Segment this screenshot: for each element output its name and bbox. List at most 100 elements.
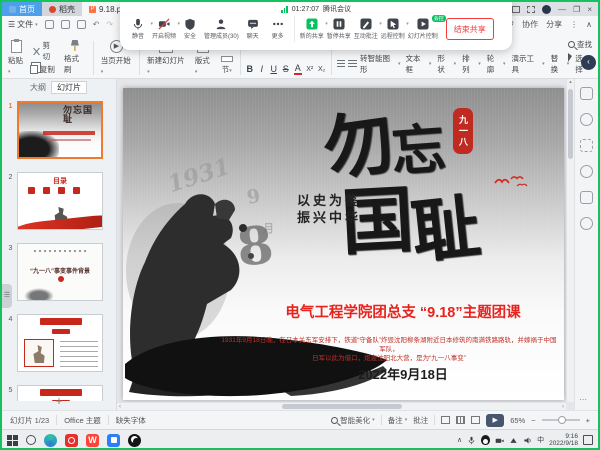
arrange-button[interactable]: 排列▾ <box>462 53 481 75</box>
dark-app-icon[interactable] <box>128 434 141 447</box>
replace-button[interactable]: 替换▾ <box>551 53 570 75</box>
outline-button[interactable]: 轮廓▾ <box>487 53 506 75</box>
missing-font-warning[interactable]: 缺失字体 <box>116 415 146 426</box>
start-button[interactable] <box>7 435 18 446</box>
ribbon-collapse-chevron[interactable]: ∧ <box>586 20 592 29</box>
manage-members-button[interactable]: 管理成员(30) <box>204 18 239 40</box>
camera-tray-icon[interactable] <box>495 436 504 445</box>
subscript-button[interactable]: X₂ <box>318 66 326 73</box>
slideshow-play-button[interactable]: ▶ <box>486 414 504 427</box>
hscroll-thumb[interactable] <box>282 404 402 409</box>
vertical-scrollbar[interactable]: ▴ <box>566 79 574 402</box>
tab-slides[interactable]: 幻灯片 <box>51 81 87 94</box>
save-icon[interactable] <box>45 20 54 29</box>
meeting-app-icon[interactable] <box>107 434 120 447</box>
volume-tray-icon[interactable] <box>523 436 532 445</box>
superscript-button[interactable]: X² <box>306 66 314 73</box>
end-share-button[interactable]: 结束共享 <box>446 18 494 40</box>
paste-button[interactable]: 粘贴▾ <box>6 40 27 75</box>
more-button[interactable]: 更多 <box>267 18 289 40</box>
animation-panel-icon[interactable] <box>580 113 593 126</box>
export-icon[interactable] <box>61 20 70 29</box>
edge-browser-icon[interactable] <box>44 434 57 447</box>
zoom-in-button[interactable]: + <box>586 416 590 425</box>
format-painter-button[interactable]: 格式刷 <box>62 40 88 75</box>
new-share-button[interactable]: ▾ 新的共享 <box>300 18 324 40</box>
reading-layout-icon[interactable] <box>512 6 520 13</box>
zoom-level[interactable]: 65% <box>510 416 525 425</box>
add-slide-button[interactable]: + <box>2 394 116 408</box>
sorter-view-icon[interactable] <box>456 416 465 424</box>
zoom-out-button[interactable]: − <box>531 416 535 425</box>
layers-panel-icon[interactable] <box>580 139 593 152</box>
mute-button[interactable]: ▾ 静音 <box>127 18 149 40</box>
shapes-button[interactable]: 形状▾ <box>437 53 456 75</box>
sidebar-collapse-button[interactable]: ‹ <box>581 55 596 70</box>
share-button[interactable]: 分享 <box>546 19 562 30</box>
slide-control-button[interactable]: 会控 幻灯片控制 <box>408 18 438 40</box>
chat-button[interactable]: 聊天 <box>242 18 264 40</box>
file-menu[interactable]: ☰ 文件 ▾ <box>8 19 38 30</box>
mic-tray-icon[interactable] <box>467 436 476 445</box>
taskbar-clock[interactable]: 9:16 2022/9/18 <box>549 433 578 447</box>
record-panel-icon[interactable] <box>580 217 593 230</box>
collab-button[interactable]: 协作 <box>522 19 538 30</box>
more-panels-icon[interactable]: ⋯ <box>579 395 587 404</box>
slide-canvas[interactable]: 1931 9 月 18 勿 忘 国 <box>117 79 574 410</box>
close-button[interactable]: × <box>587 5 592 14</box>
annotation-button[interactable]: ▾ 互动批注 <box>354 18 378 40</box>
theme-name[interactable]: Office 主题 <box>64 415 101 426</box>
remote-control-button[interactable]: ▾ 远程控制 <box>381 18 405 40</box>
scroll-up-icon[interactable]: ▴ <box>569 79 572 85</box>
demo-tools-button[interactable]: 演示工具▾ <box>511 53 544 75</box>
text-box-button[interactable]: 文本框▾ <box>405 53 431 75</box>
reading-view-icon[interactable] <box>471 416 480 424</box>
find-button[interactable]: 查找 <box>568 39 592 50</box>
copy-button[interactable]: 复制 <box>32 64 57 75</box>
zoom-slider-knob[interactable] <box>558 416 566 424</box>
start-video-button[interactable]: ▾ 开启视频 <box>152 18 176 40</box>
slide-thumbnail-3[interactable]: 3 “九一八”事变事件背景 <box>4 243 103 301</box>
number-list-icon[interactable] <box>348 60 357 68</box>
current-slide[interactable]: 1931 9 月 18 勿 忘 国 <box>123 88 564 400</box>
undo-button[interactable]: ↶ <box>93 20 100 29</box>
wps-office-icon[interactable]: W <box>86 434 99 447</box>
beautify-button[interactable]: 智能美化▾ <box>331 415 375 426</box>
red-app-icon[interactable] <box>65 434 78 447</box>
kebab-menu[interactable]: ⋮ <box>570 20 578 29</box>
help-panel-icon[interactable] <box>580 165 593 178</box>
scroll-right-icon[interactable]: › <box>562 404 564 410</box>
underline-button[interactable]: U <box>270 64 278 74</box>
restore-button[interactable]: ❐ <box>573 5 580 14</box>
layout-switch-icon[interactable] <box>527 6 535 13</box>
tray-expand-icon[interactable]: ∧ <box>457 436 462 444</box>
horizontal-scrollbar[interactable]: ‹ › <box>117 402 566 410</box>
slide-thumbnail-1[interactable]: 1 勿忘国耻 <box>4 101 103 159</box>
italic-button[interactable]: I <box>258 64 266 74</box>
tab-docer[interactable]: 稻壳 <box>42 2 82 16</box>
bullet-list-icon[interactable] <box>337 60 346 68</box>
resource-panel-icon[interactable] <box>580 191 593 204</box>
notes-button[interactable]: 备注▾ <box>388 415 408 426</box>
section-button[interactable]: 节▾ <box>219 56 235 75</box>
zoom-slider[interactable] <box>542 419 580 421</box>
slide-thumbnail-4[interactable]: 4 <box>4 314 103 372</box>
security-button[interactable]: 安全 <box>179 18 201 40</box>
style-panel-icon[interactable] <box>580 87 593 100</box>
normal-view-icon[interactable] <box>441 416 450 424</box>
user-avatar[interactable] <box>542 5 551 14</box>
bold-button[interactable]: B <box>246 64 254 74</box>
action-center-icon[interactable] <box>583 435 593 445</box>
search-icon[interactable] <box>26 435 36 445</box>
strikethrough-button[interactable]: S <box>282 64 290 74</box>
smart-graphic-button[interactable]: 转智能图形▾ <box>360 53 400 75</box>
slide-thumbnail-2[interactable]: 2 目录 <box>4 172 103 230</box>
ime-indicator[interactable]: 中 <box>537 435 544 445</box>
print-icon[interactable] <box>77 20 86 29</box>
pause-share-button[interactable]: 暂停共享 <box>327 18 351 40</box>
redo-button[interactable]: ↷ <box>106 20 113 29</box>
comments-button[interactable]: 批注 <box>413 415 428 426</box>
vscroll-thumb[interactable] <box>568 89 573 159</box>
tab-home[interactable]: 首页 <box>2 2 42 16</box>
network-tray-icon[interactable] <box>509 436 518 445</box>
